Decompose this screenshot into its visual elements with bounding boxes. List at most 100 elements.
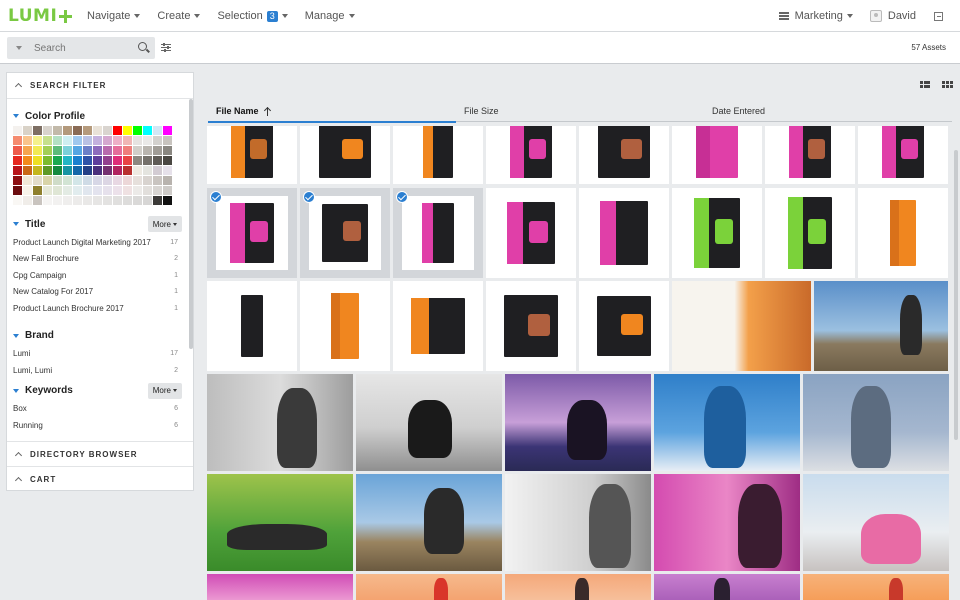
color-swatch[interactable] bbox=[153, 196, 162, 205]
color-swatch[interactable] bbox=[63, 136, 72, 145]
asset-thumbnail[interactable] bbox=[672, 126, 762, 184]
color-swatch[interactable] bbox=[73, 166, 82, 175]
color-swatch[interactable] bbox=[123, 186, 132, 195]
asset-thumbnail[interactable] bbox=[654, 474, 800, 571]
color-swatch[interactable] bbox=[143, 186, 152, 195]
color-swatch[interactable] bbox=[73, 186, 82, 195]
asset-thumbnail[interactable] bbox=[207, 374, 353, 471]
color-swatch[interactable] bbox=[33, 176, 42, 185]
asset-thumbnail[interactable] bbox=[300, 126, 390, 184]
color-swatch[interactable] bbox=[83, 186, 92, 195]
color-swatch[interactable] bbox=[93, 156, 102, 165]
asset-thumbnail[interactable] bbox=[207, 474, 353, 571]
color-swatch[interactable] bbox=[123, 146, 132, 155]
search-icon[interactable] bbox=[138, 42, 147, 51]
facet-item[interactable]: Lumi, Lumi 2 bbox=[7, 362, 193, 379]
color-profile-section[interactable]: Color Profile bbox=[7, 107, 193, 125]
color-swatch[interactable] bbox=[103, 196, 112, 205]
directory-browser-header[interactable]: DIRECTORY BROWSER bbox=[7, 441, 193, 466]
color-swatch[interactable] bbox=[163, 126, 172, 135]
color-swatch[interactable] bbox=[33, 166, 42, 175]
color-swatch[interactable] bbox=[133, 186, 142, 195]
color-swatch[interactable] bbox=[53, 186, 62, 195]
color-swatch[interactable] bbox=[133, 146, 142, 155]
asset-thumbnail[interactable] bbox=[207, 574, 353, 600]
facet-item[interactable]: New Fall Brochure 2 bbox=[7, 251, 193, 268]
color-swatch[interactable] bbox=[23, 166, 32, 175]
color-swatch[interactable] bbox=[133, 196, 142, 205]
color-swatch[interactable] bbox=[53, 196, 62, 205]
color-swatch[interactable] bbox=[163, 196, 172, 205]
asset-thumbnail[interactable] bbox=[505, 374, 651, 471]
color-swatch[interactable] bbox=[113, 176, 122, 185]
title-facet-header[interactable]: Title More bbox=[7, 215, 193, 233]
color-swatch[interactable] bbox=[53, 166, 62, 175]
color-swatch[interactable] bbox=[63, 166, 72, 175]
color-swatch[interactable] bbox=[133, 126, 142, 135]
color-swatch[interactable] bbox=[133, 156, 142, 165]
color-swatch[interactable] bbox=[103, 176, 112, 185]
title-more-button[interactable]: More bbox=[147, 216, 182, 232]
color-swatch[interactable] bbox=[143, 136, 152, 145]
keywords-facet-header[interactable]: Keywords More bbox=[7, 382, 193, 400]
color-swatch[interactable] bbox=[53, 126, 62, 135]
color-swatch[interactable] bbox=[63, 176, 72, 185]
color-swatch[interactable] bbox=[73, 176, 82, 185]
color-swatch[interactable] bbox=[143, 166, 152, 175]
color-swatch[interactable] bbox=[23, 186, 32, 195]
search-scope-dropdown-icon[interactable] bbox=[16, 46, 22, 50]
color-swatch[interactable] bbox=[133, 166, 142, 175]
color-swatch[interactable] bbox=[163, 166, 172, 175]
cart-header[interactable]: CART bbox=[7, 466, 193, 490]
brand-facet-header[interactable]: Brand bbox=[7, 327, 193, 345]
color-swatch[interactable] bbox=[143, 196, 152, 205]
asset-thumbnail[interactable] bbox=[505, 474, 651, 571]
color-swatch[interactable] bbox=[103, 126, 112, 135]
asset-thumbnail[interactable] bbox=[207, 126, 297, 184]
color-swatch[interactable] bbox=[113, 156, 122, 165]
asset-thumbnail[interactable] bbox=[654, 374, 800, 471]
color-swatch[interactable] bbox=[33, 136, 42, 145]
search-input[interactable] bbox=[34, 42, 124, 54]
color-swatch[interactable] bbox=[123, 166, 132, 175]
workspace-selector[interactable]: Marketing bbox=[778, 10, 853, 22]
color-swatch[interactable] bbox=[43, 196, 52, 205]
color-swatch[interactable] bbox=[123, 196, 132, 205]
color-swatch[interactable] bbox=[143, 156, 152, 165]
filter-settings-icon[interactable] bbox=[161, 43, 171, 52]
asset-thumbnail[interactable] bbox=[858, 188, 948, 278]
color-swatch[interactable] bbox=[43, 176, 52, 185]
grid-scrollbar[interactable] bbox=[954, 150, 958, 440]
color-swatch[interactable] bbox=[113, 166, 122, 175]
color-swatch[interactable] bbox=[33, 156, 42, 165]
color-swatch[interactable] bbox=[43, 166, 52, 175]
color-swatch[interactable] bbox=[103, 136, 112, 145]
asset-thumbnail[interactable] bbox=[300, 188, 390, 278]
facet-item[interactable]: Product Launch Digital Marketing 2017 17 bbox=[7, 234, 193, 251]
color-swatch[interactable] bbox=[73, 156, 82, 165]
asset-thumbnail[interactable] bbox=[672, 281, 811, 371]
color-swatch[interactable] bbox=[63, 186, 72, 195]
color-swatch[interactable] bbox=[113, 126, 122, 135]
color-swatch[interactable] bbox=[153, 136, 162, 145]
color-swatch[interactable] bbox=[23, 126, 32, 135]
color-swatch[interactable] bbox=[23, 146, 32, 155]
menu-navigate[interactable]: Navigate bbox=[87, 10, 141, 22]
asset-thumbnail[interactable] bbox=[393, 188, 483, 278]
selected-check-icon[interactable] bbox=[303, 191, 315, 203]
color-swatch[interactable] bbox=[73, 146, 82, 155]
color-swatch[interactable] bbox=[103, 156, 112, 165]
logout-icon[interactable] bbox=[934, 11, 943, 21]
asset-thumbnail[interactable] bbox=[803, 374, 949, 471]
color-swatch[interactable] bbox=[23, 136, 32, 145]
color-swatch[interactable] bbox=[63, 146, 72, 155]
color-swatch[interactable] bbox=[33, 196, 42, 205]
asset-thumbnail[interactable] bbox=[486, 188, 576, 278]
color-swatch[interactable] bbox=[13, 126, 22, 135]
selected-check-icon[interactable] bbox=[210, 191, 222, 203]
color-swatch[interactable] bbox=[63, 156, 72, 165]
color-swatch[interactable] bbox=[83, 136, 92, 145]
color-swatch[interactable] bbox=[93, 146, 102, 155]
color-swatch[interactable] bbox=[13, 146, 22, 155]
color-swatch[interactable] bbox=[23, 196, 32, 205]
